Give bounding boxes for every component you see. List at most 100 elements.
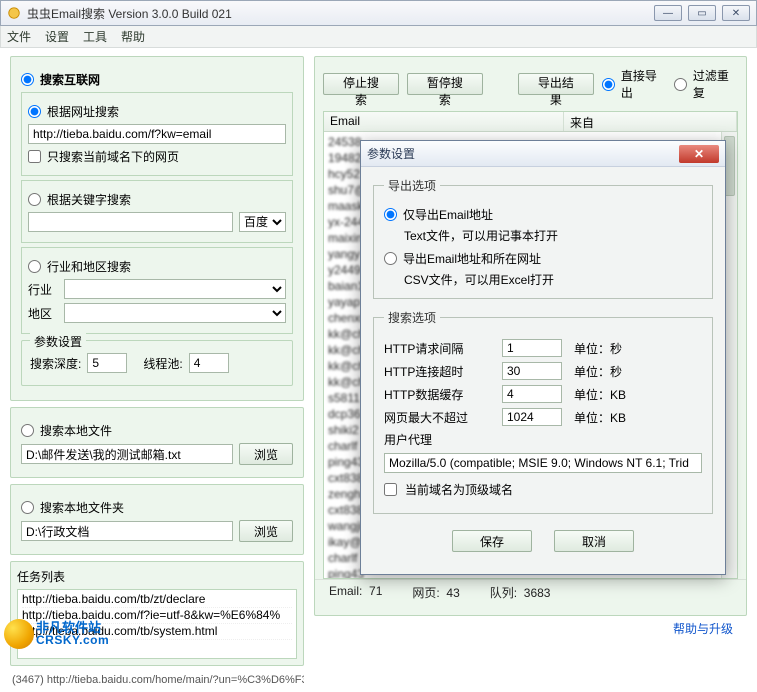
local-folder-radio[interactable] bbox=[21, 501, 34, 514]
dialog-close-button[interactable]: ✕ bbox=[679, 145, 719, 163]
export-opt2-desc: CSV文件，可以用Excel打开 bbox=[404, 271, 702, 288]
topdomain-check[interactable] bbox=[384, 483, 397, 496]
status-queue-value: 3683 bbox=[524, 586, 551, 600]
export-legend: 导出选项 bbox=[384, 177, 440, 194]
export-opt1-label: 仅导出Email地址 bbox=[403, 206, 493, 223]
stop-button[interactable]: 停止搜索 bbox=[323, 73, 399, 95]
close-button[interactable]: ✕ bbox=[722, 5, 750, 21]
thread-input[interactable] bbox=[189, 353, 229, 373]
save-button[interactable]: 保存 bbox=[452, 530, 532, 552]
minimize-button[interactable]: — bbox=[654, 5, 682, 21]
search-options-group: 搜索选项 HTTP请求间隔单位：秒 HTTP连接超时单位：秒 HTTP数据缓存单… bbox=[373, 309, 713, 514]
col-from[interactable]: 来自 bbox=[564, 112, 737, 131]
browse-file-button[interactable]: 浏览 bbox=[239, 443, 293, 465]
search-legend: 搜索选项 bbox=[384, 309, 440, 326]
menu-help[interactable]: 帮助 bbox=[121, 28, 145, 45]
url-input[interactable] bbox=[28, 124, 286, 144]
param-title: 参数设置 bbox=[30, 333, 86, 350]
maxpage-unit: 单位：KB bbox=[574, 409, 626, 426]
maximize-button[interactable]: ▭ bbox=[688, 5, 716, 21]
cache-label: HTTP数据缓存 bbox=[384, 386, 494, 403]
industry-label: 行业 bbox=[28, 281, 58, 298]
export-button[interactable]: 导出结果 bbox=[518, 73, 594, 95]
local-file-group: 搜索本地文件 浏览 bbox=[10, 407, 304, 478]
search-internet-radio[interactable] bbox=[21, 73, 34, 86]
pause-button[interactable]: 暂停搜索 bbox=[407, 73, 483, 95]
dialog-titlebar[interactable]: 参数设置 ✕ bbox=[361, 141, 725, 167]
param-group: 参数设置 搜索深度: 线程池: bbox=[21, 340, 293, 386]
interval-input[interactable] bbox=[502, 339, 562, 357]
help-upgrade-link[interactable]: 帮助与升级 bbox=[314, 616, 747, 641]
cache-unit: 单位：KB bbox=[574, 386, 626, 403]
export-opt1-desc: Text文件，可以用记事本打开 bbox=[404, 227, 702, 244]
local-folder-input[interactable] bbox=[21, 521, 233, 541]
ua-label: 用户代理 bbox=[384, 431, 494, 448]
export-opt2-label: 导出Email地址和所在网址 bbox=[403, 250, 541, 267]
thread-label: 线程池: bbox=[143, 355, 182, 372]
by-industry-label: 行业和地区搜索 bbox=[47, 258, 131, 275]
maxpage-label: 网页最大不超过 bbox=[384, 409, 494, 426]
search-internet-group: 搜索互联网 根据网址搜索 只搜索当前域名下的网页 根据关键字搜索 百度 行业和地… bbox=[10, 56, 304, 401]
local-folder-group: 搜索本地文件夹 浏览 bbox=[10, 484, 304, 555]
maxpage-input[interactable] bbox=[502, 408, 562, 426]
region-label: 地区 bbox=[28, 305, 58, 322]
task-list-title: 任务列表 bbox=[17, 568, 297, 585]
search-internet-label: 搜索互联网 bbox=[40, 71, 100, 88]
menubar: 文件 设置 工具 帮助 bbox=[0, 26, 757, 48]
menu-file[interactable]: 文件 bbox=[7, 28, 31, 45]
depth-label: 搜索深度: bbox=[30, 355, 81, 372]
depth-input[interactable] bbox=[87, 353, 127, 373]
by-keyword-radio[interactable] bbox=[28, 193, 41, 206]
watermark-logo: 非凡软件站 CRSKY.com bbox=[2, 615, 122, 655]
local-file-radio[interactable] bbox=[21, 424, 34, 437]
titlebar: 虫虫Email搜索 Version 3.0.0 Build 021 — ▭ ✕ bbox=[0, 0, 757, 26]
topdomain-label: 当前域名为顶级域名 bbox=[405, 481, 513, 498]
export-email-only-radio[interactable] bbox=[384, 208, 397, 221]
toolbar: 停止搜索 暂停搜索 导出结果 直接导出 过滤重复 bbox=[315, 57, 746, 111]
ua-input[interactable] bbox=[384, 453, 702, 473]
interval-unit: 单位：秒 bbox=[574, 340, 622, 357]
direct-export-radio[interactable] bbox=[602, 78, 615, 91]
timeout-unit: 单位：秒 bbox=[574, 363, 622, 380]
only-domain-label: 只搜索当前域名下的网页 bbox=[47, 148, 179, 165]
region-select[interactable] bbox=[64, 303, 286, 323]
menu-tools[interactable]: 工具 bbox=[83, 28, 107, 45]
only-domain-check[interactable] bbox=[28, 150, 41, 163]
direct-export-label: 直接导出 bbox=[621, 67, 666, 101]
export-email-url-radio[interactable] bbox=[384, 252, 397, 265]
industry-select[interactable] bbox=[64, 279, 286, 299]
filter-dup-radio[interactable] bbox=[674, 78, 687, 91]
menu-settings[interactable]: 设置 bbox=[45, 28, 69, 45]
statusbar: Email: 71 网页: 43 队列: 3683 bbox=[315, 579, 746, 605]
status-page-value: 43 bbox=[446, 586, 459, 600]
status-email-label: Email: bbox=[329, 584, 362, 598]
status-page-label: 网页: bbox=[412, 586, 439, 600]
filter-dup-label: 过滤重复 bbox=[693, 67, 738, 101]
engine-select[interactable]: 百度 bbox=[239, 212, 286, 232]
local-file-label: 搜索本地文件 bbox=[40, 422, 112, 439]
timeout-input[interactable] bbox=[502, 362, 562, 380]
cancel-button[interactable]: 取消 bbox=[554, 530, 634, 552]
window-title: 虫虫Email搜索 Version 3.0.0 Build 021 bbox=[27, 5, 654, 22]
logo-icon bbox=[4, 619, 34, 649]
by-industry-radio[interactable] bbox=[28, 260, 41, 273]
by-url-label: 根据网址搜索 bbox=[47, 103, 119, 120]
local-folder-label: 搜索本地文件夹 bbox=[40, 499, 124, 516]
logo-en: CRSKY.com bbox=[36, 633, 109, 647]
dialog-title: 参数设置 bbox=[367, 145, 679, 162]
local-file-input[interactable] bbox=[21, 444, 233, 464]
keyword-input[interactable] bbox=[28, 212, 233, 232]
status-task: (3467) http://tieba.baidu.com/home/main/… bbox=[10, 672, 304, 688]
task-item[interactable]: http://tieba.baidu.com/tb/zt/declare bbox=[22, 592, 292, 608]
col-email[interactable]: Email bbox=[324, 112, 564, 131]
timeout-label: HTTP连接超时 bbox=[384, 363, 494, 380]
cache-input[interactable] bbox=[502, 385, 562, 403]
browse-folder-button[interactable]: 浏览 bbox=[239, 520, 293, 542]
export-options-group: 导出选项 仅导出Email地址 Text文件，可以用记事本打开 导出Email地… bbox=[373, 177, 713, 299]
app-icon bbox=[7, 6, 21, 20]
interval-label: HTTP请求间隔 bbox=[384, 340, 494, 357]
by-url-radio[interactable] bbox=[28, 105, 41, 118]
status-email-value: 71 bbox=[369, 584, 382, 598]
settings-dialog: 参数设置 ✕ 导出选项 仅导出Email地址 Text文件，可以用记事本打开 导… bbox=[360, 140, 726, 575]
status-queue-label: 队列: bbox=[490, 586, 517, 600]
